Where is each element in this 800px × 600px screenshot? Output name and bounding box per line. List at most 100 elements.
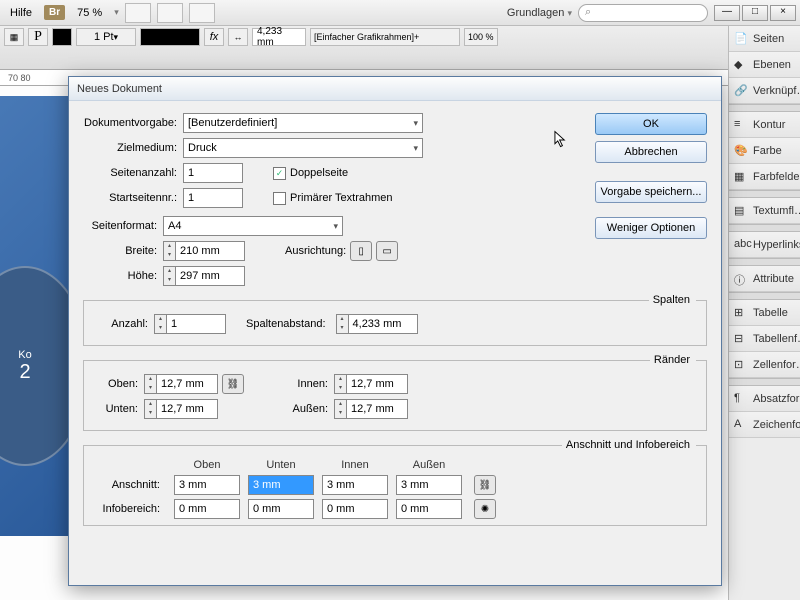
pages-label: Seitenanzahl:	[83, 167, 183, 179]
panel-farbfelder[interactable]: ▦ Farbfelder	[729, 164, 800, 190]
char-icon[interactable]: P	[28, 28, 48, 46]
help-menu[interactable]: Hilfe	[4, 4, 38, 22]
portrait-icon[interactable]: ▯	[350, 241, 372, 261]
medium-label: Zielmedium:	[83, 142, 183, 154]
view-icon-1[interactable]	[125, 3, 151, 23]
panel-zeichenfo…[interactable]: AZeichenfo…	[729, 412, 800, 438]
height-spinner[interactable]: ▴▾	[163, 266, 175, 286]
close-button[interactable]: ×	[770, 5, 796, 21]
bleed-bottom-input[interactable]: 3 mm	[248, 475, 314, 495]
fewer-options-button[interactable]: Weniger Optionen	[595, 217, 707, 239]
facing-label: Doppelseite	[290, 167, 348, 179]
cancel-button[interactable]: Abbrechen	[595, 141, 707, 163]
zoom-level[interactable]: 75 %	[71, 5, 108, 21]
fx-icon[interactable]: fx	[204, 28, 224, 46]
slug-top-input[interactable]: 0 mm	[174, 499, 240, 519]
bleed-outside-input[interactable]: 3 mm	[396, 475, 462, 495]
save-preset-button[interactable]: Vorgabe speichern...	[595, 181, 707, 203]
panel-icon: ⊡	[734, 358, 748, 372]
panel-zellenfor…[interactable]: ⊡Zellenfor…	[729, 352, 800, 378]
panel-icon: ⊟	[734, 332, 748, 346]
preset-label: Dokumentvorgabe:	[83, 117, 183, 129]
workspace-switcher[interactable]: Grundlagen ▾	[507, 7, 572, 19]
link-bleed-icon[interactable]: ⛓	[474, 475, 496, 495]
panel-kontur[interactable]: ≡Kontur	[729, 112, 800, 138]
format-combo[interactable]: A4	[163, 216, 343, 236]
panel-label: Tabelle	[753, 307, 788, 319]
moutside-spinner[interactable]: ▴▾	[334, 399, 346, 419]
height-input[interactable]: 297 mm	[175, 266, 245, 286]
panel-icon: ⓘ	[734, 272, 748, 286]
panel-hyperlinks[interactable]: abcHyperlinks	[729, 232, 800, 258]
mbottom-spinner[interactable]: ▴▾	[144, 399, 156, 419]
mtop-label: Oben:	[94, 378, 144, 390]
panel-verknüpf…[interactable]: 🔗Verknüpf…	[729, 78, 800, 104]
panel-farbe[interactable]: 🎨Farbe	[729, 138, 800, 164]
moutside-input[interactable]: 12,7 mm	[346, 399, 408, 419]
slug-bottom-input[interactable]: 0 mm	[248, 499, 314, 519]
panel-tabellenf…[interactable]: ⊟ Tabellenf…	[729, 326, 800, 352]
minside-spinner[interactable]: ▴▾	[334, 374, 346, 394]
view-icon-3[interactable]	[189, 3, 215, 23]
width-label: Breite:	[113, 245, 163, 257]
slug-label: Infobereich:	[94, 503, 166, 515]
textframe-checkbox[interactable]	[273, 192, 286, 205]
margins-fieldset: Ränder Oben: ▴▾12,7 mm ⛓ Innen: ▴▾12,7 m…	[83, 354, 707, 431]
ok-button[interactable]: OK	[595, 113, 707, 135]
bleed-top-input[interactable]: 3 mm	[174, 475, 240, 495]
count-spinner[interactable]: ▴▾	[154, 314, 166, 334]
medium-combo[interactable]: Druck	[183, 138, 423, 158]
mtop-input[interactable]: 12,7 mm	[156, 374, 218, 394]
panel-label: Kontur	[753, 119, 785, 131]
minimize-button[interactable]: —	[714, 5, 740, 21]
fill-swatch[interactable]	[52, 28, 72, 46]
preset-combo[interactable]: [Benutzerdefiniert]	[183, 113, 423, 133]
panel-icon: abc	[734, 238, 748, 252]
gutter-spinner[interactable]: ▴▾	[336, 314, 348, 334]
panel-icon: ▦	[734, 170, 748, 184]
panel-attribute[interactable]: ⓘ Attribute	[729, 266, 800, 292]
gutter-input[interactable]: 4,233 mm	[348, 314, 418, 334]
minside-input[interactable]: 12,7 mm	[346, 374, 408, 394]
slug-inside-input[interactable]: 0 mm	[322, 499, 388, 519]
panel-label: Attribute	[753, 273, 794, 285]
link-slug-icon[interactable]: ✺	[474, 499, 496, 519]
width-input[interactable]: 210 mm	[175, 241, 245, 261]
view-icon-2[interactable]	[157, 3, 183, 23]
maximize-button[interactable]: □	[742, 5, 768, 21]
panel-label: Tabellenf…	[753, 333, 800, 345]
start-input[interactable]: 1	[183, 188, 243, 208]
mtop-spinner[interactable]: ▴▾	[144, 374, 156, 394]
panel-absatzfor…[interactable]: ¶Absatzfor…	[729, 386, 800, 412]
panel-tabelle[interactable]: ⊞Tabelle	[729, 300, 800, 326]
width-spinner[interactable]: ▴▾	[163, 241, 175, 261]
col-outside: Außen	[396, 459, 462, 471]
search-input[interactable]: ⌕	[578, 4, 708, 22]
panel-label: Farbfelder	[753, 171, 800, 183]
panel-textumfl…[interactable]: ▤Textumfl…	[729, 198, 800, 224]
panel-ebenen[interactable]: ◆Ebenen	[729, 52, 800, 78]
measure-icon[interactable]: ↔	[228, 28, 248, 46]
stroke-preview	[140, 28, 200, 46]
panel-seiten[interactable]: 📄Seiten	[729, 26, 800, 52]
measure-field[interactable]: 4,233 mm	[252, 28, 306, 46]
mbottom-input[interactable]: 12,7 mm	[156, 399, 218, 419]
panel-label: Seiten	[753, 33, 784, 45]
tool-icon[interactable]: ▦	[4, 28, 24, 46]
link-margins-icon[interactable]: ⛓	[222, 374, 244, 394]
slug-outside-input[interactable]: 0 mm	[396, 499, 462, 519]
count-input[interactable]: 1	[166, 314, 226, 334]
panel-label: Verknüpf…	[753, 85, 800, 97]
bleed-inside-input[interactable]: 3 mm	[322, 475, 388, 495]
frame-style[interactable]: [Einfacher Grafikrahmen]+	[310, 28, 460, 46]
stroke-dropdown[interactable]: 1 Pt ▾	[76, 28, 136, 46]
pct-field[interactable]: 100 %	[464, 28, 498, 46]
height-label: Höhe:	[113, 270, 163, 282]
mbottom-label: Unten:	[94, 403, 144, 415]
pages-input[interactable]: 1	[183, 163, 243, 183]
col-bottom: Unten	[248, 459, 314, 471]
landscape-icon[interactable]: ▭	[376, 241, 398, 261]
bridge-button[interactable]: Br	[44, 5, 65, 20]
facing-checkbox[interactable]: ✓	[273, 167, 286, 180]
orient-label: Ausrichtung:	[285, 245, 346, 257]
